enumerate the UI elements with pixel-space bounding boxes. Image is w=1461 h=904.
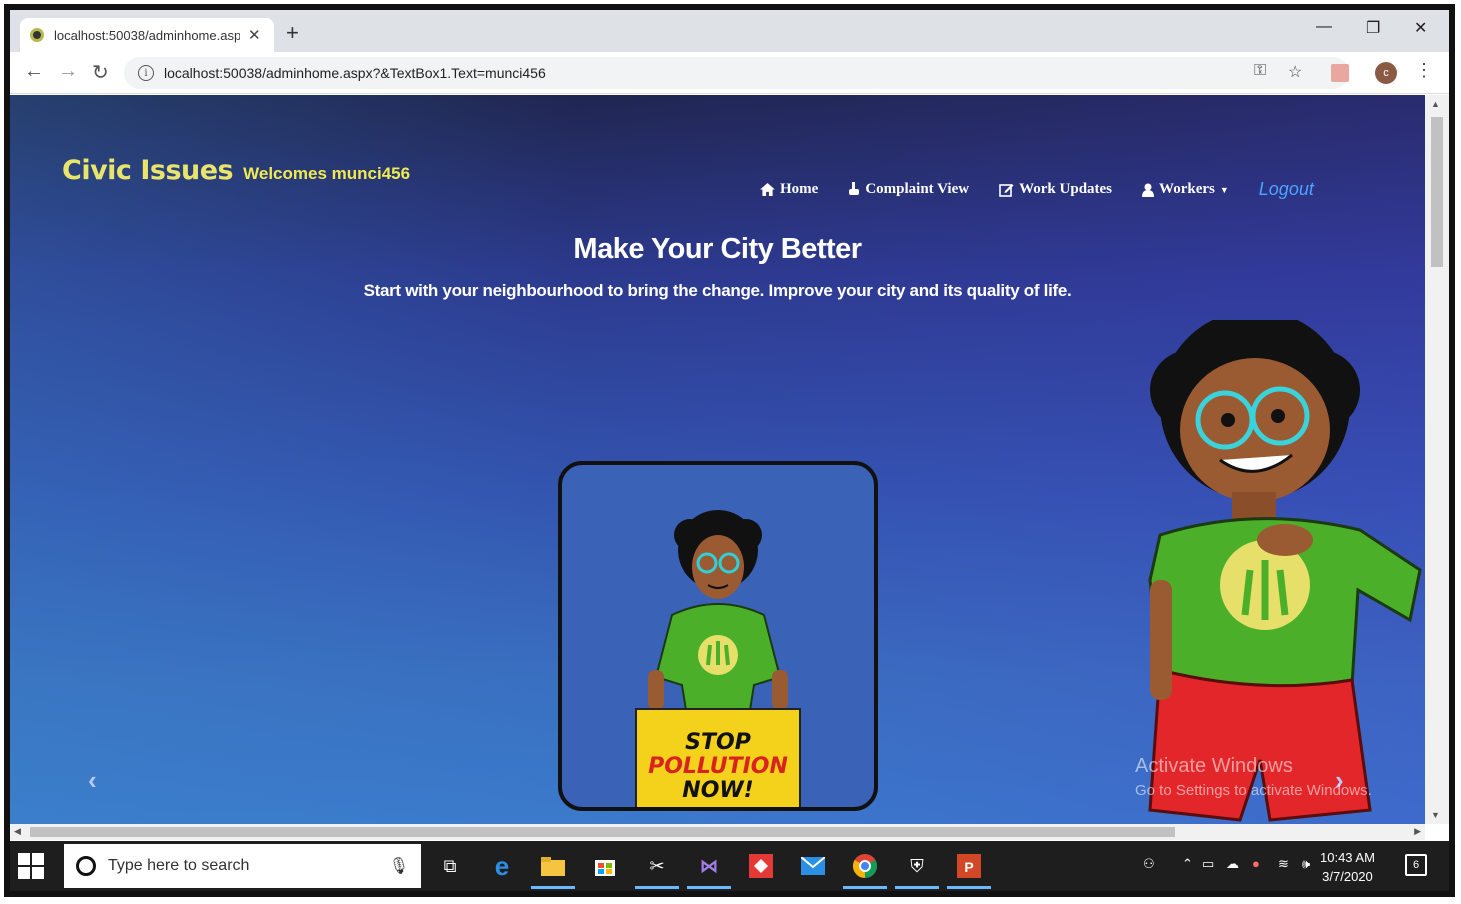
chevron-down-icon: ▼ <box>1219 184 1229 195</box>
back-button[interactable]: ← <box>24 60 44 83</box>
address-bar[interactable]: i localhost:50038/adminhome.aspx?&TextBo… <box>124 57 1349 89</box>
taskbar-search-placeholder[interactable]: Type here to search <box>108 857 389 875</box>
home-icon <box>760 183 775 196</box>
sign-text-line2: POLLUTION <box>648 754 788 779</box>
carousel-slide-image: STOP POLLUTION NOW! <box>558 461 878 811</box>
windows-start-icon[interactable] <box>18 853 46 881</box>
nav-work-updates[interactable]: Work Updates <box>999 181 1112 198</box>
nav-complaint-view[interactable]: Complaint View <box>848 181 969 198</box>
clock-time: 10:43 AM <box>1320 850 1375 865</box>
big-character-illustration <box>1148 320 1422 822</box>
user-icon <box>1142 183 1155 197</box>
pdf-extension-icon[interactable] <box>1331 64 1349 82</box>
restore-button[interactable]: ❐ <box>1366 18 1380 38</box>
sign-text-line1: STOP <box>685 730 751 755</box>
red-diamond-icon <box>749 854 773 878</box>
brand-welcome-text: Welcomes munci456 <box>243 164 411 183</box>
address-url[interactable]: localhost:50038/adminhome.aspx?&TextBox1… <box>164 65 546 81</box>
thumbs-down-icon <box>849 182 860 195</box>
hero-subtitle: Start with your neighbourhood to bring t… <box>363 281 1072 300</box>
nav-home[interactable]: Home <box>760 181 818 198</box>
minimize-button[interactable]: — <box>1316 18 1332 36</box>
main-nav: Home Complaint View Work Updates Workers… <box>760 179 1314 200</box>
scroll-down-icon[interactable]: ▼ <box>1431 810 1440 820</box>
hero-title: Make Your City Better <box>573 233 862 265</box>
page-viewport: Civic Issues Welcomes munci456 Home Comp… <box>10 95 1425 824</box>
logout-link[interactable]: Logout <box>1259 179 1314 200</box>
antivirus-alert-icon[interactable]: ● <box>1252 856 1260 871</box>
visual-studio-icon[interactable]: ⋈ <box>687 851 731 889</box>
carousel-prev-button[interactable]: ‹ <box>88 765 97 796</box>
windows-taskbar: Type here to search 🎙 ⧉ e ✂ ⋈ ⛨ P ⚇ ⌃ ▭ … <box>10 841 1449 891</box>
tab-close-icon[interactable]: ✕ <box>248 26 261 44</box>
site-favicon-icon <box>30 28 44 42</box>
site-info-icon[interactable]: i <box>138 65 154 81</box>
volume-icon[interactable]: 🕪 <box>1302 856 1310 872</box>
action-center-icon[interactable]: 6 <box>1405 854 1427 876</box>
edge-icon[interactable]: e <box>487 851 517 881</box>
browser-tab[interactable]: localhost:50038/adminhome.aspx ✕ <box>20 18 274 52</box>
profile-avatar[interactable]: c <box>1375 62 1397 84</box>
scroll-up-icon[interactable]: ▲ <box>1431 99 1440 109</box>
people-icon[interactable]: ⚇ <box>1143 856 1155 872</box>
scroll-right-icon[interactable]: ▶ <box>1414 826 1421 837</box>
powerpoint-logo-icon: P <box>957 854 981 878</box>
tray-expand-icon[interactable]: ⌃ <box>1182 856 1193 872</box>
sign-text-line3: NOW! <box>682 778 753 803</box>
nav-home-label: Home <box>780 181 819 197</box>
horizontal-scrollbar[interactable]: ◀ ▶ <box>10 824 1425 840</box>
store-icon[interactable] <box>590 851 620 881</box>
vertical-scrollbar[interactable]: ▲ ▼ <box>1425 95 1449 824</box>
security-shield-icon[interactable]: ⛨ <box>895 851 939 889</box>
cloud-sync-icon[interactable]: ☁ <box>1226 856 1239 872</box>
activate-windows-watermark: Activate Windows Go to Settings to activ… <box>1135 755 1372 799</box>
svg-text:P: P <box>964 859 973 875</box>
clock-date: 3/7/2020 <box>1322 869 1373 884</box>
watermark-subtitle: Go to Settings to activate Windows. <box>1135 782 1372 799</box>
store-bag-icon <box>595 860 615 876</box>
nav-workers-dropdown[interactable]: Workers ▼ <box>1142 181 1229 198</box>
reload-button[interactable]: ↻ <box>92 60 109 85</box>
forward-button[interactable]: → <box>58 60 78 83</box>
taskbar-clock[interactable]: 10:43 AM 3/7/2020 <box>1320 848 1375 886</box>
close-window-button[interactable]: ✕ <box>1414 18 1427 38</box>
file-explorer-icon[interactable] <box>531 851 575 889</box>
browser-tab-strip: localhost:50038/adminhome.aspx ✕ + — ❐ ✕ <box>10 10 1449 52</box>
nav-complaint-view-label: Complaint View <box>865 181 970 197</box>
anydesk-icon[interactable] <box>746 851 776 881</box>
protester-illustration: STOP POLLUTION NOW! <box>635 510 801 807</box>
nav-workers-label: Workers <box>1159 181 1215 197</box>
battery-icon[interactable]: ▭ <box>1202 856 1214 872</box>
scroll-left-icon[interactable]: ◀ <box>14 826 21 837</box>
mail-icon[interactable] <box>798 851 828 881</box>
new-tab-button[interactable]: + <box>286 20 299 46</box>
powerpoint-icon[interactable]: P <box>947 851 991 889</box>
vertical-scroll-thumb[interactable] <box>1431 117 1443 267</box>
edit-icon <box>999 183 1014 197</box>
taskbar-search[interactable]: Type here to search 🎙 <box>64 844 421 888</box>
folder-icon <box>541 857 565 876</box>
browser-menu-icon[interactable]: ⋮ <box>1415 60 1433 81</box>
chrome-icon[interactable] <box>843 851 887 889</box>
key-icon[interactable]: ⚿ <box>1254 62 1266 80</box>
snipping-tool-icon[interactable]: ✂ <box>635 851 679 889</box>
watermark-title: Activate Windows <box>1135 755 1293 777</box>
chrome-logo-icon <box>853 854 877 878</box>
tab-title: localhost:50038/adminhome.aspx <box>54 27 240 43</box>
bookmark-star-icon[interactable]: ☆ <box>1288 62 1302 82</box>
brand-logo: Civic Issues <box>62 155 234 186</box>
nav-work-updates-label: Work Updates <box>1019 181 1113 197</box>
envelope-icon <box>801 857 825 875</box>
screenshot-frame: localhost:50038/adminhome.aspx ✕ + — ❐ ✕… <box>4 4 1455 897</box>
wifi-icon[interactable]: ≋ <box>1278 856 1289 872</box>
browser-toolbar: ← → ↻ i localhost:50038/adminhome.aspx?&… <box>10 52 1449 94</box>
task-view-icon[interactable]: ⧉ <box>435 851 465 881</box>
microphone-icon[interactable]: 🎙 <box>389 856 409 876</box>
cortana-icon <box>76 856 96 876</box>
site-brand[interactable]: Civic Issues Welcomes munci456 <box>62 155 410 186</box>
horizontal-scroll-thumb[interactable] <box>30 827 1175 837</box>
